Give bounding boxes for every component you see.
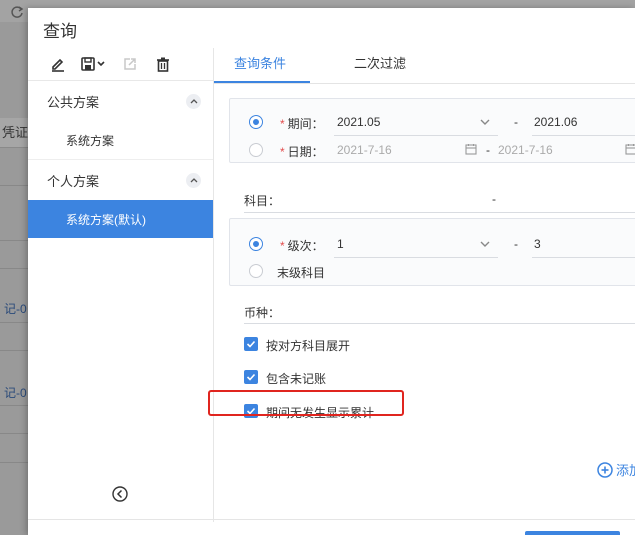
plan-item-system-public[interactable]: 系统方案 (28, 121, 213, 159)
add-label: 添加 (616, 463, 635, 478)
query-form: * 期间： 2021.05 - 2021.06 * 日期： 2021-7-16 - … (214, 84, 635, 524)
personal-plans-title: 个人方案 (47, 173, 100, 189)
subject-underline (244, 212, 635, 213)
level-from-underline (334, 257, 498, 258)
level-from-select[interactable]: 1 (337, 237, 344, 251)
level-to-underline (532, 257, 635, 258)
period-to-underline (532, 135, 635, 136)
expand-by-opposite-label: 按对方科目展开 (266, 339, 351, 353)
edit-icon (52, 58, 64, 72)
level-radio[interactable] (249, 237, 263, 251)
range-dash: - (492, 192, 496, 206)
calendar-icon[interactable] (465, 143, 477, 155)
date-to-input[interactable]: 2021-7-16 (498, 143, 553, 157)
save-dropdown-button[interactable] (77, 52, 111, 76)
subject-label: 科目： (244, 194, 281, 208)
chevron-left-circle-icon (112, 486, 128, 502)
date-label: * 日期： (280, 145, 324, 159)
public-plans-title: 公共方案 (47, 94, 100, 110)
range-dash: - (514, 115, 518, 129)
period-from-select[interactable]: 2021.05 (337, 115, 380, 129)
background-row-line (0, 185, 28, 186)
active-tab-indicator (214, 81, 310, 83)
save-dropdown-icon (81, 57, 105, 71)
period-date-box: * 期间： 2021.05 - 2021.06 * 日期： 2021-7-16 - … (229, 98, 635, 163)
export-icon (124, 58, 136, 70)
plan-item-label: 系统方案(默认) (66, 212, 146, 227)
background-row-line (0, 350, 28, 351)
highlight-box (208, 390, 404, 416)
background-row-line (0, 405, 28, 406)
period-to-select[interactable]: 2021.06 (534, 115, 577, 129)
dialog-footer-divider (28, 519, 635, 520)
date-from-input[interactable]: 2021-7-16 (337, 143, 392, 157)
plan-toolbar (28, 48, 213, 81)
range-dash: - (486, 143, 490, 157)
level-box: * 级次： 1 - 3 末级科目 (229, 218, 635, 286)
date-radio[interactable] (249, 143, 263, 157)
include-unposted-label: 包含未记账 (266, 372, 327, 386)
chevron-down-icon[interactable] (480, 241, 490, 248)
expand-by-opposite-checkbox[interactable] (244, 337, 258, 351)
currency-underline (244, 323, 635, 324)
tab-secondary-filter[interactable]: 二次过滤 (354, 48, 406, 84)
background-column-header: 凭证 (0, 118, 28, 148)
level-label: * 级次： (280, 239, 324, 253)
delete-button[interactable] (149, 52, 177, 76)
include-unposted-checkbox[interactable] (244, 370, 258, 384)
leaf-subject-radio[interactable] (249, 264, 263, 278)
range-dash: - (514, 237, 518, 251)
personal-plans-header[interactable]: 个人方案 (28, 160, 213, 200)
refresh-icon (11, 6, 24, 18)
period-from-underline (334, 135, 498, 136)
background-row-line (0, 322, 28, 323)
period-radio[interactable] (249, 115, 263, 129)
query-tabs: 查询条件 二次过滤 (214, 48, 635, 84)
confirm-button[interactable] (525, 531, 620, 535)
tab-query-conditions[interactable]: 查询条件 (234, 48, 286, 84)
calendar-icon[interactable] (625, 143, 635, 155)
background-row-line (0, 433, 28, 434)
collapse-sidebar-button[interactable] (112, 486, 128, 502)
plan-item-system-default[interactable]: 系统方案(默认) (28, 200, 213, 238)
plan-item-label: 系统方案 (66, 133, 115, 148)
query-dialog: 查询 公共方案 系统方案 个人方案 系统方案(默认) 查询条件 二次过滤 * 期… (28, 8, 635, 535)
plus-circle-icon (597, 461, 613, 478)
collapse-personal-chevron-icon[interactable] (186, 172, 201, 188)
delete-icon (157, 57, 169, 72)
leaf-subject-label: 末级科目 (277, 266, 326, 280)
background-row-line (0, 462, 28, 463)
background-row-line (0, 240, 28, 241)
edit-button[interactable] (44, 52, 72, 76)
background-row-line (0, 268, 28, 269)
period-label: * 期间： (280, 117, 324, 131)
background-voucher-link: 记-0 (4, 386, 27, 400)
plan-sidebar: 公共方案 系统方案 个人方案 系统方案(默认) (28, 48, 214, 522)
public-plans-header[interactable]: 公共方案 (28, 81, 213, 121)
add-button[interactable]: 添加 (597, 460, 635, 479)
collapse-public-chevron-icon[interactable] (186, 93, 201, 109)
level-to-select[interactable]: 3 (534, 237, 541, 251)
export-button[interactable] (116, 52, 144, 76)
currency-label: 币种： (244, 306, 281, 320)
dialog-title: 查询 (43, 22, 77, 41)
background-voucher-link: 记-0 (4, 302, 27, 316)
chevron-down-icon[interactable] (480, 119, 490, 126)
